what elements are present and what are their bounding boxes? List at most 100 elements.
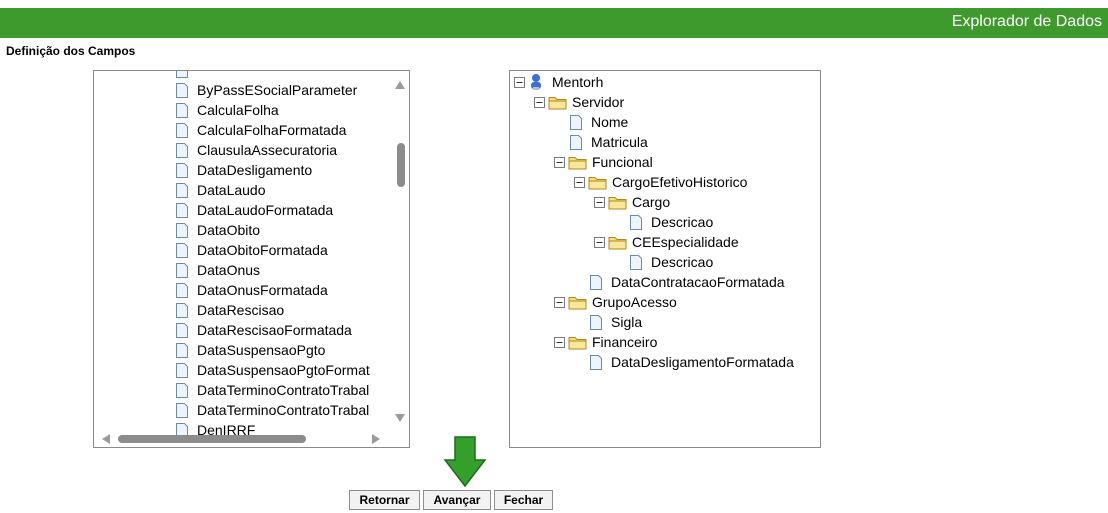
list-item[interactable]: ClausulaAssecuratoria: [176, 140, 337, 160]
app-title: Explorador de Dados: [951, 13, 1102, 30]
tree-node-ce-descricao[interactable]: Descricao: [630, 252, 713, 272]
folder-icon: [568, 155, 588, 170]
list-item[interactable]: DataSuspensaoPgtoFormat: [176, 360, 370, 380]
fechar-button[interactable]: Fechar: [494, 490, 553, 510]
document-icon: [590, 274, 602, 290]
tree-node-label: Matricula: [591, 134, 648, 150]
document-icon: [176, 82, 188, 98]
document-icon: [176, 362, 188, 378]
list-item[interactable]: DataObitoFormatada: [176, 240, 328, 260]
list-item[interactable]: DataOnus: [176, 260, 260, 280]
tree-node-label: CargoEfetivoHistorico: [612, 174, 748, 190]
folder-icon: [608, 195, 628, 210]
list-item[interactable]: DataLaudo: [176, 180, 266, 200]
list-item-label: CalculaFolha: [197, 102, 279, 118]
tree-node-funcional[interactable]: Funcional: [554, 152, 653, 172]
list-item-label: DataOnus: [197, 262, 261, 278]
list-item[interactable]: DataDesligamento: [176, 160, 312, 180]
list-item-label: DataObitoFormatada: [197, 242, 328, 258]
document-icon: [176, 302, 188, 318]
collapse-icon[interactable]: [594, 196, 605, 208]
collapse-icon[interactable]: [554, 296, 565, 308]
scroll-up-arrow-icon[interactable]: [395, 81, 405, 89]
document-icon: [176, 342, 188, 358]
list-item-label: DataSuspensaoPgto: [197, 342, 326, 358]
document-icon: [176, 102, 188, 118]
scroll-down-arrow-icon[interactable]: [395, 414, 405, 422]
document-icon: [590, 354, 602, 370]
tree-node-label: GrupoAcesso: [592, 294, 677, 310]
list-item[interactable]: DataObito: [176, 220, 260, 240]
document-icon: [176, 71, 188, 78]
document-icon: [176, 122, 188, 138]
list-item-label: ClausulaAssecuratoria: [197, 142, 338, 158]
tree-node-cargo-descricao[interactable]: Descricao: [630, 212, 713, 232]
document-icon: [176, 182, 188, 198]
scroll-right-arrow-icon[interactable]: [372, 434, 380, 444]
tree-node-grupo-acesso[interactable]: GrupoAcesso: [554, 292, 677, 312]
document-icon: [176, 262, 188, 278]
collapse-icon[interactable]: [594, 236, 605, 248]
tree-node-label: Funcional: [592, 154, 653, 170]
retornar-button[interactable]: Retornar: [349, 490, 420, 510]
list-item-label: ByPassESocialParameter: [197, 82, 358, 98]
tree-node-data-desligamento-formatada[interactable]: DataDesligamentoFormatada: [590, 352, 794, 372]
list-item[interactable]: DataRescisaoFormatada: [176, 320, 352, 340]
list-item-label: DataOnusFormatada: [197, 282, 328, 298]
document-icon: [176, 382, 188, 398]
list-item-label: DataSuspensaoPgtoFormat: [197, 362, 370, 378]
collapse-icon[interactable]: [574, 176, 585, 188]
list-item[interactable]: CalculaFolhaFormatada: [176, 120, 346, 140]
collapse-icon[interactable]: [534, 96, 545, 108]
document-icon: [176, 322, 188, 338]
horizontal-scroll-thumb[interactable]: [118, 435, 306, 443]
document-icon: [176, 402, 188, 418]
list-item-label: DataLaudoFormatada: [197, 202, 334, 218]
document-icon: [590, 314, 602, 330]
tree-node-label: Mentorh: [552, 74, 604, 90]
list-item-label: DataTerminoContratoTrabal: [197, 402, 370, 418]
list-item-label: DataObito: [197, 222, 261, 238]
tree-node-nome[interactable]: Nome: [570, 112, 628, 132]
collapse-icon[interactable]: [514, 76, 525, 88]
tree-node-ce-especialidade[interactable]: CEEspecialidade: [594, 232, 739, 252]
list-item[interactable]: ByPassESocialParameter: [176, 80, 357, 100]
section-title: Definição dos Campos: [6, 44, 136, 58]
down-arrow-icon: [443, 436, 487, 488]
tree-node-label: Servidor: [572, 94, 625, 110]
vertical-scrollbar[interactable]: [392, 71, 409, 431]
tree-node-matricula[interactable]: Matricula: [570, 132, 648, 152]
document-icon: [176, 222, 188, 238]
document-icon: [630, 254, 642, 270]
list-item[interactable]: CalculaFolha: [176, 100, 279, 120]
list-item[interactable]: DataRescisao: [176, 300, 284, 320]
horizontal-scrollbar[interactable]: [94, 430, 394, 447]
tree-node-data-contratacao[interactable]: DataContratacaoFormatada: [590, 272, 785, 292]
list-item[interactable]: DataOnusFormatada: [176, 280, 328, 300]
document-icon: [570, 114, 582, 130]
tree-node-cargo-efetivo-historico[interactable]: CargoEfetivoHistorico: [574, 172, 747, 192]
tree-node-sigla[interactable]: Sigla: [590, 312, 642, 332]
list-item[interactable]: DataLaudoFormatada: [176, 200, 333, 220]
collapse-icon[interactable]: [554, 336, 565, 348]
tree-node-cargo[interactable]: Cargo: [594, 192, 670, 212]
collapse-icon[interactable]: [554, 156, 565, 168]
list-item[interactable]: DataTerminoContratoTrabal: [176, 400, 369, 420]
tree-node-label: Descricao: [651, 214, 714, 230]
list-item[interactable]: [176, 71, 188, 80]
vertical-scroll-thumb[interactable]: [397, 143, 405, 187]
list-item-label: DataLaudo: [197, 182, 266, 198]
tree-node-servidor[interactable]: Servidor: [534, 92, 624, 112]
tree-node-financeiro[interactable]: Financeiro: [554, 332, 657, 352]
tree-node-label: Descricao: [651, 254, 714, 270]
list-item[interactable]: DataSuspensaoPgto: [176, 340, 325, 360]
list-item[interactable]: DataTerminoContratoTrabal: [176, 380, 369, 400]
available-fields-list[interactable]: ByPassESocialParameter CalculaFolha Calcul…: [93, 70, 410, 448]
tree-node-label: DataContratacaoFormatada: [611, 274, 785, 290]
selected-fields-tree[interactable]: Mentorh Servidor Nome Matricula Funciona…: [509, 70, 821, 448]
avancar-button[interactable]: Avançar: [423, 490, 491, 510]
scroll-left-arrow-icon[interactable]: [102, 434, 110, 444]
folder-icon: [588, 175, 608, 190]
tree-node-root[interactable]: Mentorh: [514, 72, 603, 92]
folder-icon: [608, 235, 628, 250]
